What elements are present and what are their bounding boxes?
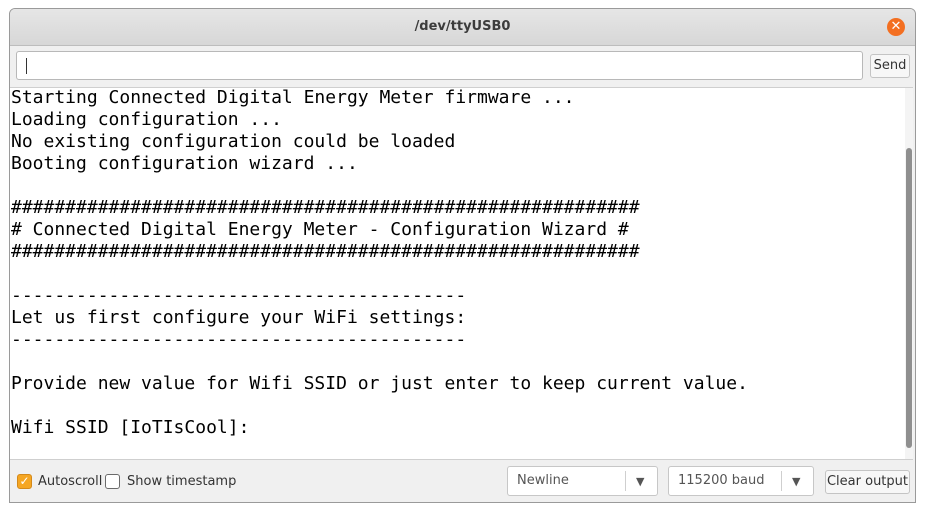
send-button[interactable]: Send: [870, 54, 910, 78]
chevron-down-icon: ▼: [636, 475, 645, 488]
serial-input-field[interactable]: [16, 51, 863, 80]
text-caret: [26, 58, 27, 74]
show-timestamp-checkbox[interactable]: [105, 474, 120, 489]
close-icon[interactable]: ✕: [887, 18, 905, 36]
serial-monitor-window: /dev/ttyUSB0 ✕ Send Starting Connected D…: [9, 8, 916, 503]
baud-rate-select[interactable]: 115200 baud ▼: [668, 466, 814, 496]
chevron-down-icon: ▼: [792, 475, 801, 488]
autoscroll-label: Autoscroll: [38, 474, 103, 489]
title-bar: /dev/ttyUSB0 ✕: [10, 9, 915, 46]
select-divider: [625, 471, 626, 491]
footer-bar: ✓ Autoscroll Show timestamp Newline ▼ 11…: [10, 460, 915, 502]
line-ending-select[interactable]: Newline ▼: [507, 466, 658, 496]
autoscroll-checkbox[interactable]: ✓: [17, 474, 32, 489]
scrollbar-thumb[interactable]: [906, 148, 912, 448]
checkmark-icon: ✓: [19, 474, 30, 488]
select-divider: [781, 471, 782, 491]
line-ending-value: Newline: [517, 473, 569, 488]
clear-output-button[interactable]: Clear output: [825, 470, 910, 494]
serial-output-area[interactable]: Starting Connected Digital Energy Meter …: [10, 87, 913, 460]
show-timestamp-label: Show timestamp: [127, 474, 237, 489]
console-text: Starting Connected Digital Energy Meter …: [11, 87, 748, 438]
window-title: /dev/ttyUSB0: [414, 19, 511, 34]
vertical-scrollbar[interactable]: [905, 88, 913, 459]
baud-rate-value: 115200 baud: [678, 473, 765, 488]
